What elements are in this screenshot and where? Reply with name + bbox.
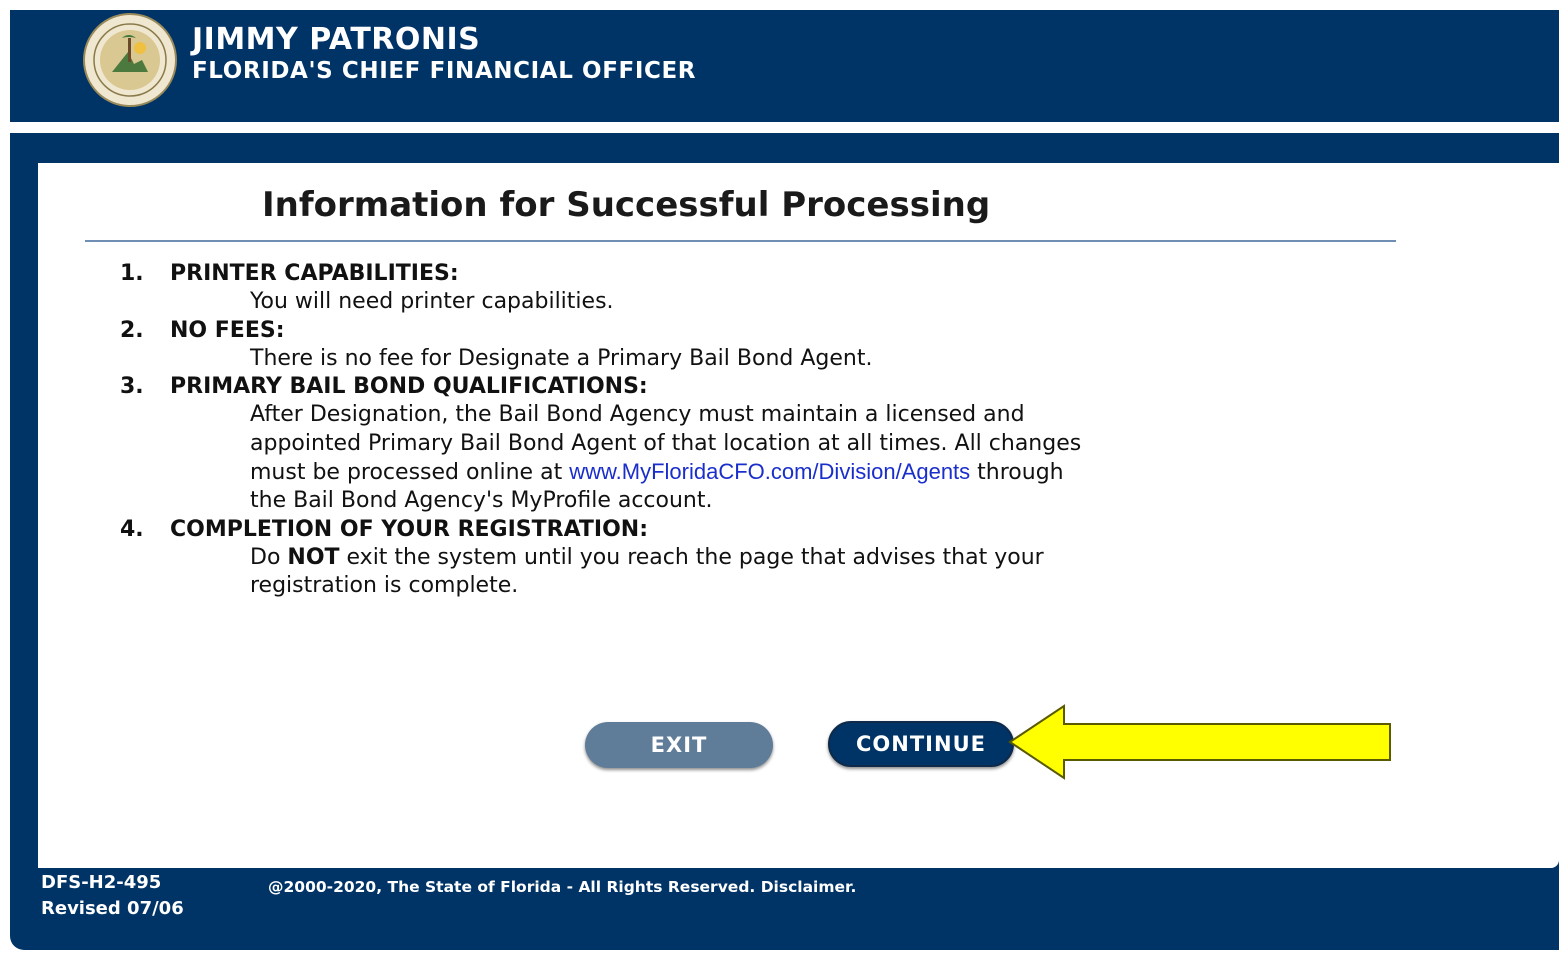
item-body-line: registration is complete. [250,573,519,599]
item-number: 2. [120,317,144,343]
item-text: through [970,460,1064,486]
cfo-title: FLORIDA'S CHIEF FINANCIAL OFFICER [192,58,697,84]
agents-division-link[interactable]: www.MyFloridaCFO.com/Division/Agents [569,459,970,484]
florida-cfo-seal-icon [83,13,177,107]
list-item: 4. COMPLETION OF YOUR REGISTRATION: Do N… [120,516,1270,601]
item-number: 4. [120,516,144,542]
item-body-line: the Bail Bond Agency's MyProfile account… [250,488,713,514]
exit-button[interactable]: EXIT [585,722,773,768]
item-heading: COMPLETION OF YOUR REGISTRATION: [170,516,649,542]
item-heading: PRINTER CAPABILITIES: [170,261,459,286]
item-text: must be processed online at [250,460,570,486]
item-heading: NO FEES: [170,317,285,343]
item-number: 1. [120,261,144,286]
page-title: Information for Successful Processing [262,185,991,225]
list-item: 3. PRIMARY BAIL BOND QUALIFICATIONS: Aft… [120,373,1270,515]
form-number: DFS-H2-495 [41,872,162,893]
continue-button[interactable]: CONTINUE [828,721,1014,767]
list-item: 2. NO FEES: There is no fee for Designat… [120,317,1270,374]
item-body-line: After Designation, the Bail Bond Agency … [250,402,1025,428]
item-number: 3. [120,374,144,400]
item-body: There is no fee for Designate a Primary … [250,345,873,371]
item-body: You will need printer capabilities. [250,289,614,315]
item-heading: PRIMARY BAIL BOND QUALIFICATIONS: [170,374,648,400]
emphasis-text: NOT [287,544,340,570]
item-body-line: must be processed online at www.MyFlorid… [120,458,1270,487]
title-divider [85,240,1396,242]
yellow-arrow-icon [1008,704,1391,780]
list-item: 1. PRINTER CAPABILITIES: You will need p… [120,260,1270,317]
item-body-line: Do NOT exit the system until you reach t… [120,544,1270,572]
copyright-notice: @2000-2020, The State of Florida - All R… [268,878,857,896]
item-text: exit the system until you reach the page… [339,544,1044,570]
item-body-line: appointed Primary Bail Bond Agent of tha… [250,430,1082,456]
instructions-list: 1. PRINTER CAPABILITIES: You will need p… [120,260,1270,601]
revision-date: Revised 07/06 [41,898,184,919]
cfo-name: JIMMY PATRONIS [192,22,481,57]
item-text: Do [250,544,288,570]
form-code: DFS-H2-495 Revised 07/06 [41,870,184,922]
